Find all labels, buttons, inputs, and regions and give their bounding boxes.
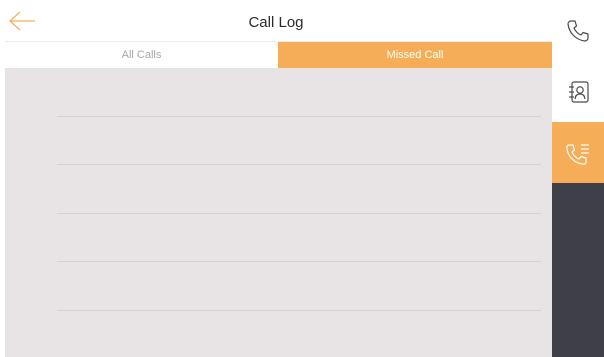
row-divider — [57, 261, 541, 262]
call-log-page: Call Log All Calls Missed Call — [0, 0, 552, 357]
phone-icon — [567, 19, 589, 42]
contacts-book-icon — [569, 80, 589, 103]
call-log-icon — [566, 143, 589, 165]
header-bar: Call Log — [0, 0, 552, 40]
call-list[interactable] — [5, 68, 552, 357]
tab-all-calls[interactable]: All Calls — [5, 42, 278, 69]
row-divider — [57, 116, 541, 117]
row-divider — [57, 213, 541, 214]
rail-phone-button[interactable] — [552, 0, 604, 61]
arrow-left-icon[interactable] — [8, 10, 36, 32]
page-title: Call Log — [248, 14, 304, 31]
side-rail — [552, 0, 604, 357]
rail-call-log-button[interactable] — [552, 122, 604, 183]
row-divider — [57, 164, 541, 165]
row-divider — [57, 310, 541, 311]
tab-bar: All Calls Missed Call — [5, 41, 552, 69]
rail-contacts-button[interactable] — [552, 61, 604, 122]
tab-missed-call[interactable]: Missed Call — [278, 42, 552, 69]
